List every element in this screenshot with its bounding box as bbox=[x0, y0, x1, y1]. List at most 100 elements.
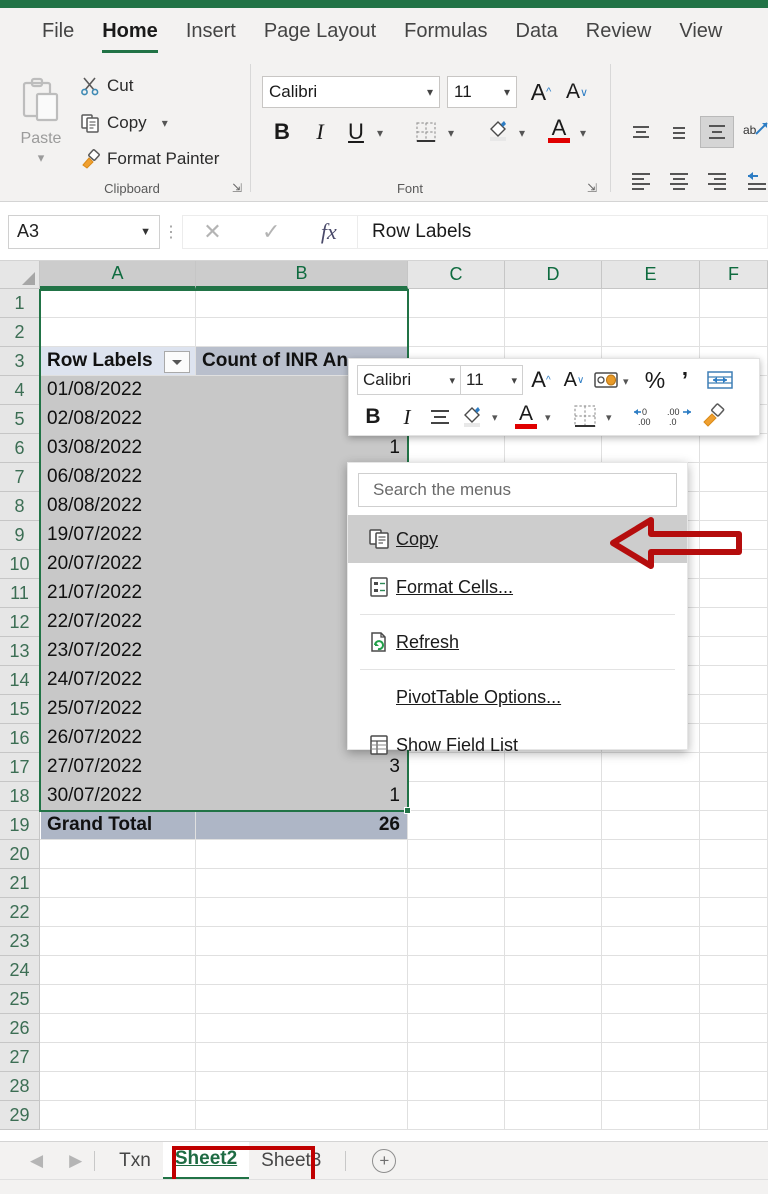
cell[interactable] bbox=[408, 840, 505, 869]
font-name-chevron-down-icon[interactable]: ▾ bbox=[427, 85, 433, 99]
column-header-a[interactable]: A bbox=[40, 261, 196, 289]
cell[interactable] bbox=[602, 956, 700, 985]
cell[interactable] bbox=[700, 1043, 768, 1072]
name-box[interactable]: A3 ▼ bbox=[8, 215, 160, 249]
mini-bold-button[interactable]: B bbox=[361, 403, 385, 431]
column-header-e[interactable]: E bbox=[602, 261, 700, 289]
formula-input[interactable]: Row Labels bbox=[358, 215, 768, 249]
search-menus-input[interactable]: Search the menus bbox=[358, 473, 677, 507]
column-header-f[interactable]: F bbox=[700, 261, 768, 289]
pivot-row-value[interactable]: 1 bbox=[196, 782, 408, 811]
cell[interactable] bbox=[408, 869, 505, 898]
cell[interactable] bbox=[700, 753, 768, 782]
ribbon-tab-data[interactable]: Data bbox=[502, 16, 572, 49]
cancel-icon[interactable]: ✕ bbox=[203, 219, 221, 245]
cell[interactable] bbox=[40, 289, 196, 318]
cell[interactable] bbox=[602, 434, 700, 463]
pivot-row-label[interactable]: 01/08/2022 bbox=[41, 376, 196, 405]
mini-font-name-chevron-down-icon[interactable]: ▾ bbox=[449, 374, 455, 387]
format-painter-button[interactable]: Format Painter bbox=[80, 149, 219, 169]
cell[interactable] bbox=[700, 434, 768, 463]
cell[interactable] bbox=[700, 1014, 768, 1043]
row-header-15[interactable]: 15 bbox=[0, 695, 40, 724]
add-sheet-button[interactable]: + bbox=[372, 1149, 396, 1173]
chevron-left-icon[interactable]: ◀ bbox=[30, 1151, 43, 1171]
cell[interactable] bbox=[40, 956, 196, 985]
cell[interactable] bbox=[408, 898, 505, 927]
pivot-row-label[interactable]: 02/08/2022 bbox=[41, 405, 196, 434]
pivot-row-label[interactable]: 24/07/2022 bbox=[41, 666, 196, 695]
row-header-6[interactable]: 6 bbox=[0, 434, 40, 463]
cell[interactable] bbox=[700, 666, 768, 695]
borders-button[interactable] bbox=[412, 118, 440, 146]
row-header-25[interactable]: 25 bbox=[0, 985, 40, 1014]
cell[interactable] bbox=[505, 318, 602, 347]
pivot-row-label[interactable]: 27/07/2022 bbox=[41, 753, 196, 782]
cell[interactable] bbox=[700, 637, 768, 666]
row-header-4[interactable]: 4 bbox=[0, 376, 40, 405]
cell[interactable] bbox=[700, 985, 768, 1014]
font-size-combobox[interactable]: 11 ▾ bbox=[447, 76, 517, 108]
underline-button[interactable]: U bbox=[344, 118, 368, 146]
context-menu-item-refresh[interactable]: Refresh bbox=[348, 618, 687, 666]
pivot-grand-total-label[interactable]: Grand Total bbox=[41, 811, 196, 840]
decrease-indent-button[interactable] bbox=[744, 168, 768, 192]
ribbon-tab-insert[interactable]: Insert bbox=[172, 16, 250, 49]
cell[interactable] bbox=[196, 318, 408, 347]
cell[interactable] bbox=[505, 1101, 602, 1130]
font-color-chevron-down-icon[interactable]: ▾ bbox=[580, 126, 586, 140]
paste-button[interactable]: Paste ▾ bbox=[10, 70, 72, 174]
increase-font-size-button[interactable]: A^ bbox=[527, 78, 555, 106]
pivot-row-label[interactable]: 03/08/2022 bbox=[41, 434, 196, 463]
cut-button[interactable]: Cut bbox=[80, 76, 133, 96]
row-header-29[interactable]: 29 bbox=[0, 1101, 40, 1130]
orientation-button[interactable]: ab bbox=[742, 118, 768, 142]
fill-color-chevron-down-icon[interactable]: ▾ bbox=[519, 126, 525, 140]
cell[interactable] bbox=[700, 724, 768, 753]
mini-increase-font-size-button[interactable]: A^ bbox=[527, 366, 555, 394]
font-color-button[interactable]: A bbox=[545, 114, 573, 146]
row-header-11[interactable]: 11 bbox=[0, 579, 40, 608]
select-all-corner[interactable] bbox=[0, 261, 40, 289]
ribbon-tab-home[interactable]: Home bbox=[88, 16, 172, 49]
paste-chevron-down-icon[interactable]: ▾ bbox=[38, 150, 45, 166]
row-header-17[interactable]: 17 bbox=[0, 753, 40, 782]
cell[interactable] bbox=[700, 782, 768, 811]
pivot-row-label[interactable]: 30/07/2022 bbox=[41, 782, 196, 811]
selection-fill-handle[interactable] bbox=[404, 807, 411, 814]
pivot-filter-dropdown-icon[interactable] bbox=[164, 351, 190, 373]
cell[interactable] bbox=[602, 318, 700, 347]
cell[interactable] bbox=[196, 956, 408, 985]
cell[interactable] bbox=[505, 1072, 602, 1101]
cell[interactable] bbox=[40, 1101, 196, 1130]
cell[interactable] bbox=[505, 782, 602, 811]
chevron-right-icon[interactable]: ▶ bbox=[69, 1151, 82, 1171]
cell[interactable] bbox=[196, 927, 408, 956]
cell[interactable] bbox=[196, 289, 408, 318]
cell[interactable] bbox=[196, 1072, 408, 1101]
pivot-row-label[interactable]: 06/08/2022 bbox=[41, 463, 196, 492]
cell[interactable] bbox=[40, 898, 196, 927]
cell[interactable] bbox=[602, 869, 700, 898]
row-header-12[interactable]: 12 bbox=[0, 608, 40, 637]
context-menu-item-pivottable-options[interactable]: PivotTable Options... bbox=[348, 673, 687, 721]
pivot-row-label[interactable]: 08/08/2022 bbox=[41, 492, 196, 521]
cell[interactable] bbox=[602, 985, 700, 1014]
cell[interactable] bbox=[408, 1014, 505, 1043]
cell[interactable] bbox=[700, 811, 768, 840]
row-header-7[interactable]: 7 bbox=[0, 463, 40, 492]
copy-button[interactable]: Copy ▾ bbox=[80, 113, 168, 133]
cell[interactable] bbox=[408, 985, 505, 1014]
cell[interactable] bbox=[196, 985, 408, 1014]
name-box-chevron-down-icon[interactable]: ▼ bbox=[140, 226, 151, 238]
font-size-chevron-down-icon[interactable]: ▾ bbox=[504, 85, 510, 99]
cell[interactable] bbox=[505, 289, 602, 318]
context-menu-item-show-field-list[interactable]: Show Field List bbox=[348, 721, 687, 769]
cell[interactable] bbox=[40, 1072, 196, 1101]
mini-fill-color-chevron-down-icon[interactable]: ▾ bbox=[492, 411, 498, 424]
cell[interactable] bbox=[700, 695, 768, 724]
align-center-button[interactable] bbox=[666, 168, 692, 192]
row-header-21[interactable]: 21 bbox=[0, 869, 40, 898]
align-left-button[interactable] bbox=[628, 168, 654, 192]
row-header-18[interactable]: 18 bbox=[0, 782, 40, 811]
